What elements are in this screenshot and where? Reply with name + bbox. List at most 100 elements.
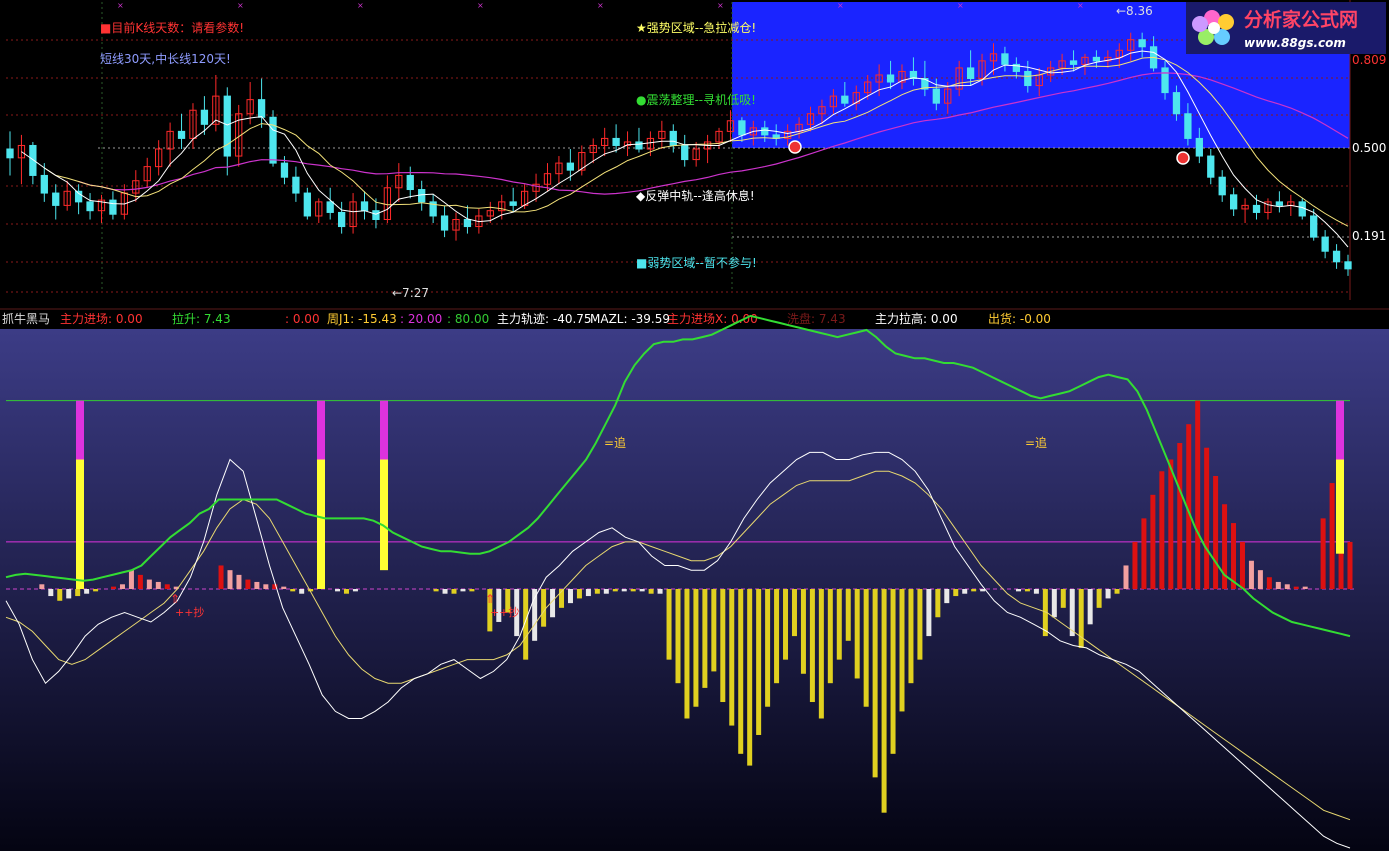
- candle-body: [1069, 60, 1078, 65]
- level-label-191: 0.191: [1352, 229, 1386, 243]
- candle-body: [406, 174, 414, 191]
- histogram-bar: [881, 589, 887, 813]
- histogram-bar: [39, 584, 45, 589]
- spike-top: [380, 400, 388, 460]
- histogram-bar: [791, 589, 797, 637]
- histogram-bar: [75, 589, 81, 597]
- histogram-bar: [872, 589, 878, 778]
- candle-body: [1092, 56, 1101, 62]
- histogram-bar: [1195, 400, 1201, 589]
- histogram-bar: [702, 589, 708, 688]
- histogram-bar: [890, 589, 896, 754]
- histogram-bar: [1060, 589, 1066, 608]
- candle-body: [1275, 201, 1284, 206]
- site-logo: 分析家公式网 www.88gs.com: [1186, 2, 1386, 54]
- histogram-bar: [1347, 541, 1353, 589]
- annotation-strong-zone: ★强势区域--急拉减仓!: [636, 20, 756, 35]
- histogram-bar: [137, 574, 143, 589]
- tick-marker: ×: [357, 1, 364, 10]
- histogram-bar: [541, 589, 547, 627]
- candle-body: [1218, 176, 1226, 196]
- header-item-value: -39.59: [628, 312, 671, 326]
- spike-body: [1336, 459, 1344, 554]
- histogram-bar: [1168, 459, 1174, 589]
- histogram-bar: [720, 589, 726, 703]
- candle-body: [1344, 261, 1352, 270]
- histogram-bar: [666, 589, 672, 660]
- histogram-bar: [971, 589, 977, 592]
- header-item-10: 主力拉高: 0.00: [875, 311, 958, 326]
- signal-zhui-1: =追: [604, 435, 626, 450]
- histogram-bar: [263, 584, 269, 589]
- histogram-bar: [1132, 541, 1138, 589]
- candle: [269, 110, 277, 167]
- histogram-bar: [1150, 494, 1156, 589]
- candle-body: [440, 215, 449, 231]
- header-item-label: MAZL:: [590, 312, 628, 326]
- histogram-bar: [845, 589, 851, 641]
- candle-body: [566, 162, 575, 171]
- header-item-3: 周J1: -15.43: [327, 312, 397, 326]
- candle-body: [337, 211, 346, 228]
- candle-body: [29, 144, 37, 176]
- candle-body: [326, 201, 334, 213]
- histogram-bar: [756, 589, 762, 735]
- histogram-bar: [1248, 560, 1254, 589]
- tick-marker: ×: [837, 1, 844, 10]
- histogram-bar: [1087, 589, 1093, 625]
- header-item-value: -15.43: [354, 312, 397, 326]
- candle-body: [841, 95, 849, 104]
- histogram-bar: [1015, 589, 1021, 592]
- histogram-bar: [1266, 577, 1272, 589]
- histogram-bar: [630, 589, 636, 592]
- candle-body: [269, 116, 277, 164]
- histogram-bar: [1141, 518, 1147, 589]
- histogram-bar: [711, 589, 717, 672]
- histogram-bar: [1293, 586, 1299, 589]
- header-item-value: -40.75: [549, 312, 592, 326]
- histogram-bar: [451, 589, 457, 594]
- histogram-bar: [469, 589, 475, 592]
- candle-body: [177, 130, 186, 139]
- indicator-name: 抓牛黑马: [2, 311, 50, 326]
- candle-body: [6, 148, 14, 159]
- histogram-bar: [1320, 518, 1326, 589]
- spike-bar: [380, 400, 388, 571]
- histogram-bar: [944, 589, 950, 604]
- candle-body: [1001, 53, 1009, 65]
- histogram-bar: [254, 581, 260, 589]
- histogram-bar: [48, 589, 54, 597]
- histogram-bar: [729, 589, 735, 726]
- signal-ball-2: [1176, 151, 1190, 165]
- level-label-500: 0.500: [1352, 141, 1386, 155]
- spike-bar: [1336, 400, 1344, 554]
- header-item-value: 0.00: [112, 312, 143, 326]
- histogram-bar: [146, 579, 152, 589]
- histogram-bar: [164, 584, 170, 589]
- histogram-bar: [1204, 447, 1210, 589]
- indicator-header: 抓牛黑马 主力进场: 0.00 拉升: 7.43: 0.00 周J1: -15.43:…: [0, 308, 1389, 328]
- histogram-bar: [532, 589, 538, 641]
- header-item-2: : 0.00: [285, 312, 320, 326]
- price-high-label: ←8.36: [1116, 4, 1153, 18]
- histogram-bar: [800, 589, 806, 674]
- histogram-bar: [980, 589, 986, 592]
- histogram-bar: [1051, 589, 1057, 618]
- header-item-value: : 80.00: [447, 312, 489, 326]
- candle-body: [1321, 236, 1329, 252]
- header-item-4: : 20.00: [400, 312, 442, 326]
- histogram-bar: [693, 589, 699, 707]
- candle-body: [223, 95, 231, 157]
- candle-body: [200, 109, 209, 125]
- histogram-bar: [57, 589, 63, 601]
- histogram-bar: [433, 589, 439, 592]
- histogram-bar: [218, 565, 224, 589]
- header-item-value: -0.00: [1016, 312, 1051, 326]
- histogram-bar: [809, 589, 815, 703]
- candle-body: [886, 74, 895, 83]
- spike-top: [76, 400, 84, 460]
- header-item-value: : 0.00: [285, 312, 320, 326]
- histogram-bar: [899, 589, 905, 712]
- spike-body: [317, 459, 325, 589]
- histogram-bar: [1275, 581, 1281, 589]
